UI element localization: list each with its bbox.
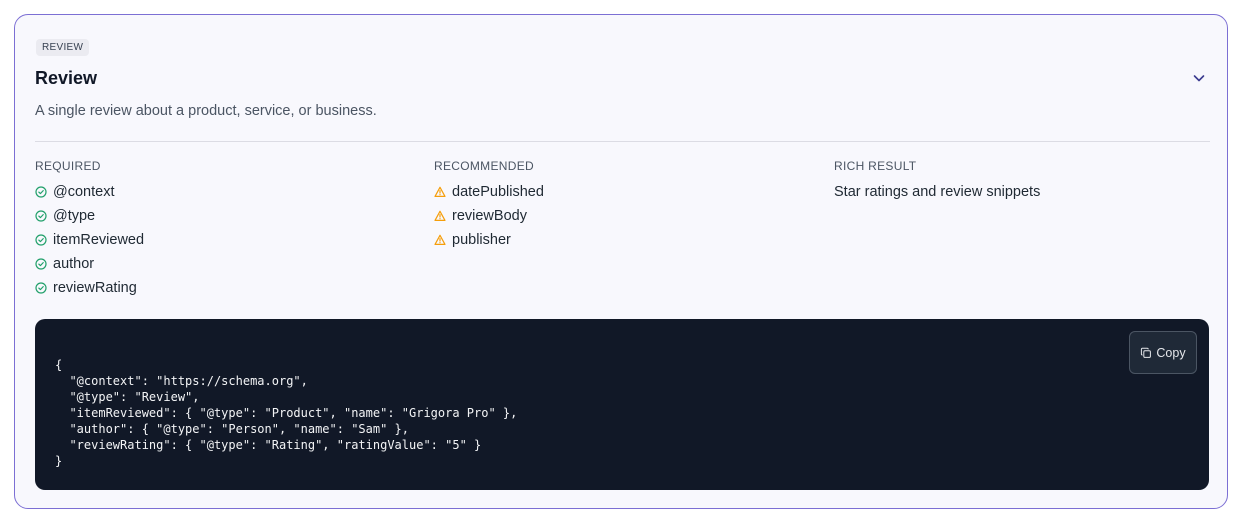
recommended-item-label: reviewBody (452, 208, 527, 224)
copy-button-label: Copy (1156, 345, 1186, 360)
warning-triangle-icon (434, 186, 446, 197)
check-circle-icon (35, 234, 47, 246)
rich-result-heading: RICH RESULT (834, 159, 917, 173)
check-circle-icon (35, 186, 47, 198)
recommended-item-label: publisher (452, 232, 511, 248)
required-item-label: @type (53, 208, 96, 224)
schema-card: REVIEW Review A single review about a pr… (14, 14, 1228, 509)
recommended-item: reviewBody (434, 204, 544, 228)
recommended-item: datePublished (434, 180, 544, 204)
warning-triangle-icon (434, 210, 446, 221)
card-description: A single review about a product, service… (35, 103, 377, 119)
check-circle-icon (35, 258, 47, 270)
required-heading: REQUIRED (35, 159, 101, 173)
check-circle-icon (35, 210, 47, 222)
recommended-item-label: datePublished (452, 184, 544, 200)
rich-result-column: RICH RESULT Star ratings and review snip… (834, 159, 1040, 204)
required-item-label: itemReviewed (53, 232, 145, 248)
recommended-item: publisher (434, 228, 544, 252)
required-item: author (35, 252, 144, 276)
required-item: @type (35, 204, 144, 228)
json-ld-code: { "@context": "https://schema.org", "@ty… (55, 358, 518, 468)
rich-result-text: Star ratings and review snippets (834, 184, 1041, 200)
chevron-down-icon[interactable] (1191, 70, 1207, 86)
type-badge: REVIEW (36, 39, 90, 56)
check-circle-icon (35, 282, 47, 294)
copy-icon (1141, 347, 1152, 358)
recommended-heading: RECOMMENDED (434, 159, 534, 173)
divider (35, 141, 1210, 142)
required-item: @context (35, 180, 144, 204)
card-title: Review (35, 68, 98, 88)
required-item-label: author (53, 256, 95, 272)
warning-triangle-icon (434, 234, 446, 245)
code-block: Copy { "@context": "https://schema.org",… (35, 319, 1209, 490)
required-item: itemReviewed (35, 228, 144, 252)
copy-button[interactable]: Copy (1129, 331, 1197, 374)
required-item: reviewRating (35, 276, 144, 300)
required-item-label: @context (53, 184, 115, 200)
required-column: REQUIRED @context @type itemReviewed aut… (35, 159, 144, 300)
required-item-label: reviewRating (53, 280, 137, 296)
recommended-column: RECOMMENDED datePublished reviewBody pub… (434, 159, 544, 252)
